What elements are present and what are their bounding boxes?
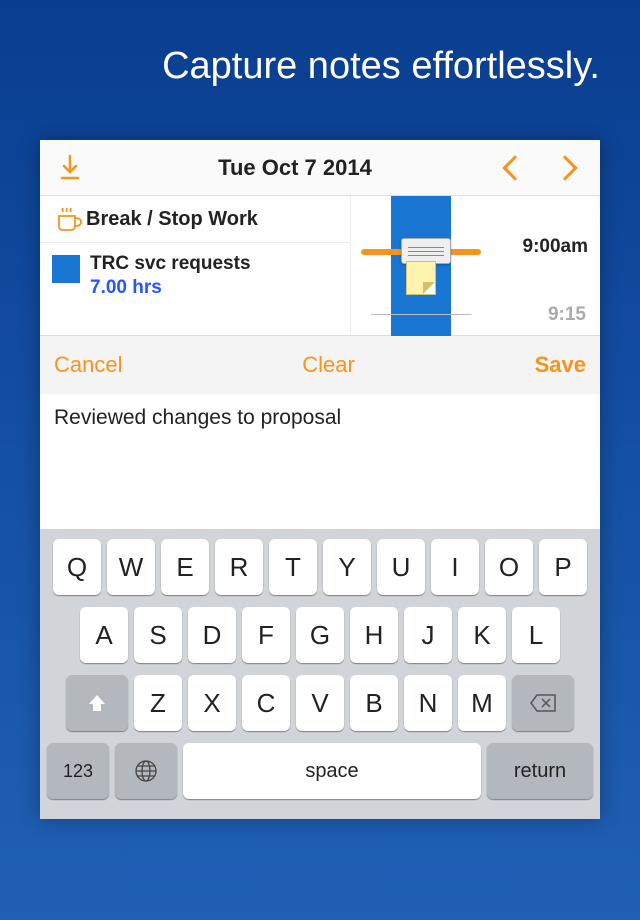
key-n[interactable]: N bbox=[404, 675, 452, 731]
task-list: Break / Stop Work TRC svc requests 7.00 … bbox=[40, 196, 350, 335]
key-row-2: A S D F G H J K L bbox=[45, 607, 595, 663]
mug-icon bbox=[52, 206, 86, 232]
project-color-square bbox=[52, 255, 80, 283]
keyboard: Q W E R T Y U I O P A S D F G H J K L Z bbox=[40, 529, 600, 819]
key-row-1: Q W E R T Y U I O P bbox=[45, 539, 595, 595]
key-z[interactable]: Z bbox=[134, 675, 182, 731]
key-b[interactable]: B bbox=[350, 675, 398, 731]
key-a[interactable]: A bbox=[80, 607, 128, 663]
trc-title: TRC svc requests bbox=[90, 253, 251, 275]
timeline: 9:00am 9:15 bbox=[350, 196, 600, 335]
key-f[interactable]: F bbox=[242, 607, 290, 663]
date-nav bbox=[490, 159, 600, 177]
prev-day-icon[interactable] bbox=[502, 155, 527, 180]
next-day-icon[interactable] bbox=[552, 155, 577, 180]
key-h[interactable]: H bbox=[350, 607, 398, 663]
shift-key[interactable] bbox=[66, 675, 128, 731]
key-j[interactable]: J bbox=[404, 607, 452, 663]
time-900: 9:00am bbox=[523, 236, 589, 258]
key-o[interactable]: O bbox=[485, 539, 533, 595]
shift-icon bbox=[86, 692, 108, 714]
topbar: Tue Oct 7 2014 bbox=[40, 140, 600, 196]
app-screen: Tue Oct 7 2014 Break / Stop Work TRC svc… bbox=[40, 140, 600, 819]
cancel-button[interactable]: Cancel bbox=[54, 352, 122, 378]
note-icon[interactable] bbox=[406, 261, 436, 295]
clear-button[interactable]: Clear bbox=[302, 352, 355, 378]
key-p[interactable]: P bbox=[539, 539, 587, 595]
numbers-key[interactable]: 123 bbox=[47, 743, 109, 799]
key-l[interactable]: L bbox=[512, 607, 560, 663]
key-s[interactable]: S bbox=[134, 607, 182, 663]
key-t[interactable]: T bbox=[269, 539, 317, 595]
key-u[interactable]: U bbox=[377, 539, 425, 595]
key-d[interactable]: D bbox=[188, 607, 236, 663]
globe-key[interactable] bbox=[115, 743, 177, 799]
content-row: Break / Stop Work TRC svc requests 7.00 … bbox=[40, 196, 600, 336]
key-q[interactable]: Q bbox=[53, 539, 101, 595]
key-r[interactable]: R bbox=[215, 539, 263, 595]
save-button[interactable]: Save bbox=[535, 352, 586, 378]
trc-hours: 7.00 hrs bbox=[90, 277, 251, 299]
key-y[interactable]: Y bbox=[323, 539, 371, 595]
backspace-icon bbox=[529, 693, 557, 713]
promo-heading: Capture notes effortlessly. bbox=[0, 0, 640, 118]
key-v[interactable]: V bbox=[296, 675, 344, 731]
key-e[interactable]: E bbox=[161, 539, 209, 595]
key-c[interactable]: C bbox=[242, 675, 290, 731]
timeline-tick bbox=[371, 314, 471, 315]
key-i[interactable]: I bbox=[431, 539, 479, 595]
note-textarea[interactable]: Reviewed changes to proposal bbox=[40, 394, 600, 529]
trc-task[interactable]: TRC svc requests 7.00 hrs bbox=[40, 243, 350, 309]
break-task[interactable]: Break / Stop Work bbox=[40, 196, 350, 243]
globe-icon bbox=[133, 758, 159, 784]
download-icon[interactable] bbox=[40, 154, 100, 182]
key-row-3: Z X C V B N M bbox=[45, 675, 595, 731]
return-key[interactable]: return bbox=[487, 743, 593, 799]
key-g[interactable]: G bbox=[296, 607, 344, 663]
actionbar: Cancel Clear Save bbox=[40, 336, 600, 394]
time-915: 9:15 bbox=[548, 304, 586, 326]
backspace-key[interactable] bbox=[512, 675, 574, 731]
space-key[interactable]: space bbox=[183, 743, 481, 799]
key-row-4: 123 space return bbox=[45, 743, 595, 799]
key-x[interactable]: X bbox=[188, 675, 236, 731]
key-w[interactable]: W bbox=[107, 539, 155, 595]
date-label: Tue Oct 7 2014 bbox=[100, 155, 490, 181]
key-k[interactable]: K bbox=[458, 607, 506, 663]
key-m[interactable]: M bbox=[458, 675, 506, 731]
break-label: Break / Stop Work bbox=[86, 208, 258, 231]
